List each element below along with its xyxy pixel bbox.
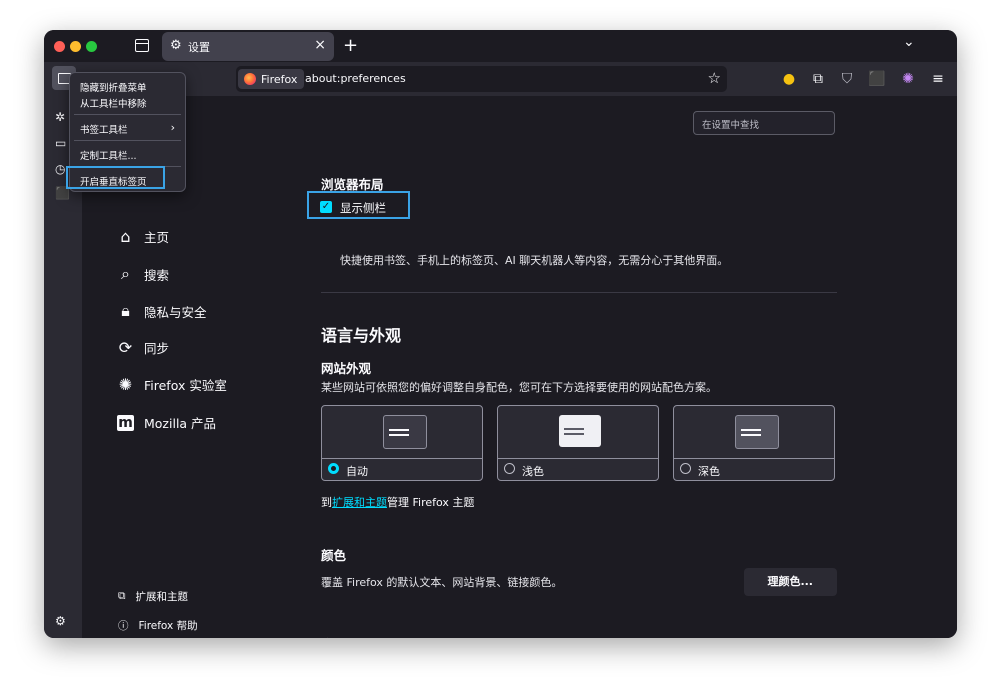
manage-themes-line: 到扩展和主题管理 Firefox 主题	[321, 494, 474, 510]
website-appearance-description: 某些网站可依照您的偏好调整自身配色，您可在下方选择要使用的网站配色方案。	[321, 381, 717, 394]
theme-preview	[498, 406, 658, 459]
sidebar-item-sync[interactable]: ⟳ 同步	[117, 338, 169, 357]
extension-swirl-icon[interactable]: ✺	[898, 69, 918, 89]
home-icon: ⌂	[120, 227, 131, 246]
dark-theme-preview-icon	[735, 415, 779, 449]
dark-radio[interactable]	[680, 463, 691, 474]
sidebar-item-label: 主页	[144, 230, 170, 245]
menu-item-bookmarks-toolbar[interactable]: 书签工具栏	[80, 122, 128, 136]
minimize-window-button[interactable]	[70, 41, 81, 52]
preferences-content: 在设置中查找 ⌂ 主页 ⌕ 搜索 🔒︎ 隐私与安全 ⟳ 同步 ✺ Firefox…	[82, 96, 957, 638]
menu-item-hide-to-overflow[interactable]: 隐藏到折叠菜单	[80, 80, 147, 94]
sidebar-item-label: Firefox 实验室	[144, 378, 227, 393]
chevron-down-icon[interactable]: ⌄	[903, 34, 915, 50]
show-sidebar-description: 快捷使用书签、手机上的标签页、AI 聊天机器人等内容，无需分心于其他界面。	[340, 254, 729, 267]
sidebar-item-privacy[interactable]: 🔒︎ 隐私与安全	[117, 301, 207, 321]
help-icon: ⓘ	[118, 620, 129, 632]
bookmark-star-icon[interactable]: ☆	[708, 69, 721, 87]
section-divider	[321, 292, 837, 293]
show-sidebar-label[interactable]: 显示侧栏	[340, 200, 386, 216]
menu-item-customize-toolbar[interactable]: 定制工具栏...	[80, 148, 137, 162]
search-placeholder: 在设置中查找	[702, 120, 760, 131]
sidebar-item-label: 同步	[144, 341, 170, 356]
sync-icon: ⟳	[118, 338, 133, 357]
auto-radio[interactable]	[328, 463, 339, 474]
sidebar-settings-icon[interactable]: ⚙	[55, 614, 66, 628]
theme-option-label: 浅色	[522, 465, 544, 478]
theme-option-label: 自动	[346, 465, 368, 478]
theme-preview	[322, 406, 482, 459]
sidebar-item-label: Mozilla 产品	[144, 416, 217, 431]
sidebar-item-labs[interactable]: ✺ Firefox 实验室	[117, 375, 227, 394]
manage-suffix: 管理 Firefox 主题	[387, 496, 475, 509]
identity-box[interactable]: Firefox	[238, 69, 305, 89]
sidebar-item-label: 隐私与安全	[144, 304, 207, 320]
tab-title: 设置	[188, 41, 210, 54]
zoom-window-button[interactable]	[86, 41, 97, 52]
identity-label: Firefox	[261, 72, 298, 86]
menu-icon[interactable]: ≡	[928, 69, 948, 89]
sidebar-item-search[interactable]: ⌕ 搜索	[117, 264, 169, 284]
theme-option-auto[interactable]: 自动	[321, 405, 483, 481]
lock-icon: 🔒︎	[121, 301, 130, 320]
bitwarden-icon[interactable]: ⬛	[867, 69, 887, 89]
close-icon[interactable]: ×	[314, 37, 326, 53]
tab-strip: ⚙ 设置 × + ⌄	[44, 30, 957, 62]
light-radio[interactable]	[504, 463, 515, 474]
extension-icon[interactable]: ●	[779, 69, 799, 89]
colors-description: 覆盖 Firefox 的默认文本、网站背景、链接颜色。	[321, 576, 563, 589]
tab-settings[interactable]: ⚙ 设置 ×	[162, 32, 334, 61]
shield-extension-icon[interactable]: ⛉	[837, 69, 857, 89]
close-window-button[interactable]	[54, 41, 65, 52]
new-tab-icon[interactable]: +	[343, 35, 358, 56]
gear-icon: ⚙	[170, 38, 182, 53]
ai-chat-icon[interactable]: ✲	[55, 110, 65, 124]
menu-separator	[74, 114, 181, 115]
browser-window: ⚙ 设置 × + ⌄ Firefox about:preferences ☆ ●…	[44, 30, 957, 638]
extensions-icon: ⧉	[118, 590, 126, 602]
language-appearance-heading: 语言与外观	[321, 326, 402, 345]
manage-colors-button[interactable]: 理颜色...	[744, 568, 837, 596]
light-theme-preview-icon	[559, 415, 601, 447]
theme-preview	[674, 406, 834, 459]
auto-theme-preview-icon	[383, 415, 427, 449]
sidebar-item-help[interactable]: ⓘ Firefox 帮助	[118, 618, 198, 633]
manage-prefix: 到	[321, 496, 332, 509]
sidebar-item-mozilla[interactable]: m Mozilla 产品	[117, 413, 216, 432]
fonts-heading: 字体	[321, 634, 346, 638]
firefox-view-icon[interactable]	[135, 39, 149, 52]
url-bar[interactable]: Firefox about:preferences ☆	[236, 66, 727, 92]
highlight-box	[66, 166, 165, 189]
colors-heading: 颜色	[321, 548, 347, 563]
sidebar-item-label: 扩展和主题	[135, 591, 189, 603]
sidebar-item-label: 搜索	[144, 267, 170, 283]
menu-item-remove-from-toolbar[interactable]: 从工具栏中移除	[80, 96, 147, 110]
search-icon: ⌕	[121, 264, 130, 283]
sidebar-item-label: Firefox 帮助	[138, 620, 198, 632]
menu-separator	[74, 140, 181, 141]
sidebar-item-home[interactable]: ⌂ 主页	[117, 227, 169, 246]
url-text[interactable]: about:preferences	[305, 72, 406, 85]
sidebar-item-extensions[interactable]: ⧉ 扩展和主题	[118, 589, 188, 604]
extensions-puzzle-icon[interactable]: ⧉	[808, 69, 828, 89]
website-appearance-heading: 网站外观	[321, 361, 372, 376]
synced-tabs-icon[interactable]: ▭	[55, 136, 66, 150]
firefox-logo-icon	[244, 73, 256, 85]
mozilla-icon: m	[117, 414, 134, 431]
settings-search-input[interactable]: 在设置中查找	[693, 111, 835, 135]
labs-icon: ✺	[118, 375, 133, 394]
chevron-right-icon: ›	[170, 121, 175, 134]
history-icon[interactable]: ◷	[55, 162, 65, 176]
show-sidebar-checkbox[interactable]: ✓	[320, 201, 332, 213]
theme-option-light[interactable]: 浅色	[497, 405, 659, 481]
extensions-themes-link[interactable]: 扩展和主题	[332, 496, 387, 509]
theme-option-label: 深色	[698, 465, 720, 478]
theme-option-dark[interactable]: 深色	[673, 405, 835, 481]
